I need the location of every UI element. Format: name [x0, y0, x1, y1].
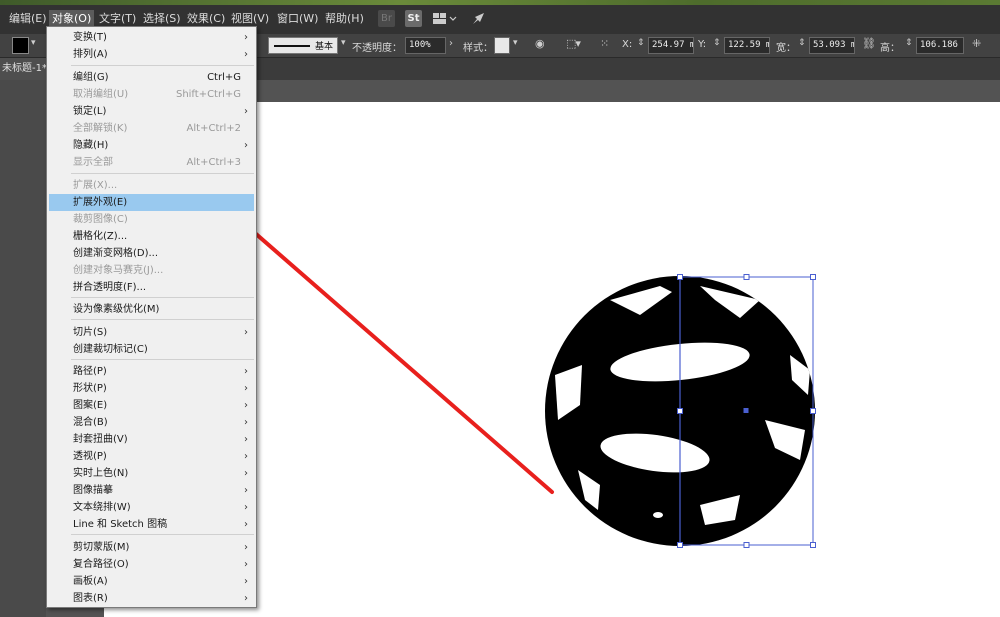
menu-item-transform[interactable]: 变换(T) ›	[49, 29, 254, 46]
menu-item-label: 文本绕排(W)	[73, 502, 131, 513]
chevron-right-icon: ›	[244, 451, 248, 462]
chevron-right-icon: ›	[244, 576, 248, 587]
menu-item-label: 锁定(L)	[73, 106, 107, 117]
chevron-right-icon: ›	[244, 559, 248, 570]
menu-item-label: 画板(A)	[73, 576, 108, 587]
menu-item-label: 隐藏(H)	[73, 140, 109, 151]
menu-item-live-paint[interactable]: 实时上色(N) ›	[49, 465, 254, 482]
menu-item-label: 图案(E)	[73, 400, 108, 411]
menu-item-label: Line 和 Sketch 图稿	[73, 519, 168, 530]
menu-item-lock[interactable]: 锁定(L) ›	[49, 103, 254, 120]
menu-item-label: 排列(A)	[73, 49, 108, 60]
menu-separator	[71, 173, 254, 174]
menu-separator	[71, 359, 254, 360]
menu-item-line-sketch[interactable]: Line 和 Sketch 图稿 ›	[49, 516, 254, 533]
menu-item-label: 创建渐变网格(D)...	[73, 248, 159, 259]
menu-item-perspective[interactable]: 透视(P) ›	[49, 448, 254, 465]
menu-item-label: 切片(S)	[73, 327, 108, 338]
menu-item-label: 栅格化(Z)...	[73, 231, 128, 242]
menu-separator	[71, 534, 254, 535]
menu-item-shortcut: Ctrl+G	[207, 72, 241, 83]
menu-item-group[interactable]: 编组(G) Ctrl+G	[49, 69, 254, 86]
menu-item-compound-path[interactable]: 复合路径(O) ›	[49, 556, 254, 573]
menu-item-slice[interactable]: 切片(S) ›	[49, 324, 254, 341]
menu-item-show-all[interactable]: 显示全部 Alt+Ctrl+3	[49, 154, 254, 171]
illustrator-window: 编辑(E) 对象(O) 文字(T) 选择(S) 效果(C) 视图(V) 窗口(W…	[0, 0, 1000, 617]
menu-item-shortcut: Alt+Ctrl+3	[186, 157, 241, 168]
chevron-right-icon: ›	[244, 519, 248, 530]
menu-item-label: 创建裁切标记(C)	[73, 344, 148, 355]
menu-item-clipping-mask[interactable]: 剪切蒙版(M) ›	[49, 539, 254, 556]
chevron-right-icon: ›	[244, 140, 248, 151]
menu-item-envelope-distort[interactable]: 封套扭曲(V) ›	[49, 431, 254, 448]
menu-item-graph[interactable]: 图表(R) ›	[49, 590, 254, 607]
chevron-right-icon: ›	[244, 542, 248, 553]
menu-item-unlock-all[interactable]: 全部解锁(K) Alt+Ctrl+2	[49, 120, 254, 137]
chevron-right-icon: ›	[244, 32, 248, 43]
menu-item-flatten-transparency[interactable]: 拼合透明度(F)...	[49, 279, 254, 296]
menu-item-arrange[interactable]: 排列(A) ›	[49, 46, 254, 63]
menu-item-path[interactable]: 路径(P) ›	[49, 363, 254, 380]
menu-item-label: 拼合透明度(F)...	[73, 282, 147, 293]
menu-item-label: 路径(P)	[73, 366, 107, 377]
menu-item-label: 创建对象马赛克(J)...	[73, 265, 164, 276]
menu-item-label: 设为像素级优化(M)	[73, 304, 160, 315]
menu-item-expand[interactable]: 扩展(X)...	[49, 177, 254, 194]
menu-item-label: 图表(R)	[73, 593, 108, 604]
menu-item-pixel-optimize[interactable]: 设为像素级优化(M)	[49, 301, 254, 318]
chevron-right-icon: ›	[244, 400, 248, 411]
menu-item-create-object-mosaic[interactable]: 创建对象马赛克(J)...	[49, 262, 254, 279]
menu-separator	[71, 319, 254, 320]
menu-item-label: 扩展(X)...	[73, 180, 118, 191]
menu-item-label: 裁剪图像(C)	[73, 214, 128, 225]
menu-item-text-wrap[interactable]: 文本绕排(W) ›	[49, 499, 254, 516]
red-annotation-arrow	[208, 197, 554, 494]
menu-item-label: 编组(G)	[73, 72, 109, 83]
chevron-right-icon: ›	[244, 593, 248, 604]
menu-item-label: 形状(P)	[73, 383, 107, 394]
menu-item-image-trace[interactable]: 图像描摹 ›	[49, 482, 254, 499]
menu-item-label: 图像描摹	[73, 485, 113, 496]
menu-item-create-trim-marks[interactable]: 创建裁切标记(C)	[49, 341, 254, 358]
menu-item-label: 混合(B)	[73, 417, 108, 428]
menu-item-shortcut: Alt+Ctrl+2	[186, 123, 241, 134]
menu-item-expand-appearance[interactable]: 扩展外观(E)	[49, 194, 254, 211]
chevron-right-icon: ›	[244, 434, 248, 445]
menu-item-ungroup[interactable]: 取消编组(U) Shift+Ctrl+G	[49, 86, 254, 103]
menu-item-blend[interactable]: 混合(B) ›	[49, 414, 254, 431]
menu-item-label: 实时上色(N)	[73, 468, 129, 479]
menu-item-pattern[interactable]: 图案(E) ›	[49, 397, 254, 414]
menu-item-label: 透视(P)	[73, 451, 107, 462]
chevron-right-icon: ›	[244, 106, 248, 117]
menu-separator	[71, 65, 254, 66]
object-menu-dropdown: 变换(T) › 排列(A) › 编组(G) Ctrl+G 取消编组(U) Shift+Ctrl…	[46, 26, 257, 608]
menu-item-label: 剪切蒙版(M)	[73, 542, 130, 553]
menu-item-label: 取消编组(U)	[73, 89, 129, 100]
menu-item-label: 封套扭曲(V)	[73, 434, 128, 445]
chevron-right-icon: ›	[244, 327, 248, 338]
menu-item-crop-image[interactable]: 裁剪图像(C)	[49, 211, 254, 228]
menu-item-label: 复合路径(O)	[73, 559, 129, 570]
menu-item-label: 显示全部	[73, 157, 113, 168]
chevron-right-icon: ›	[244, 485, 248, 496]
menu-item-artboards[interactable]: 画板(A) ›	[49, 573, 254, 590]
chevron-right-icon: ›	[244, 468, 248, 479]
menu-item-label: 变换(T)	[73, 32, 107, 43]
menu-item-create-gradient-mesh[interactable]: 创建渐变网格(D)...	[49, 245, 254, 262]
menu-item-shortcut: Shift+Ctrl+G	[175, 89, 241, 100]
menu-separator	[71, 297, 254, 298]
chevron-right-icon: ›	[244, 366, 248, 377]
chevron-right-icon: ›	[244, 49, 248, 60]
menu-item-shape[interactable]: 形状(P) ›	[49, 380, 254, 397]
chevron-right-icon: ›	[244, 383, 248, 394]
menu-item-rasterize[interactable]: 栅格化(Z)...	[49, 228, 254, 245]
menu-item-hide[interactable]: 隐藏(H) ›	[49, 137, 254, 154]
menu-item-label: 全部解锁(K)	[73, 123, 128, 134]
chevron-right-icon: ›	[244, 417, 248, 428]
chevron-right-icon: ›	[244, 502, 248, 513]
menu-item-label: 扩展外观(E)	[73, 197, 128, 208]
